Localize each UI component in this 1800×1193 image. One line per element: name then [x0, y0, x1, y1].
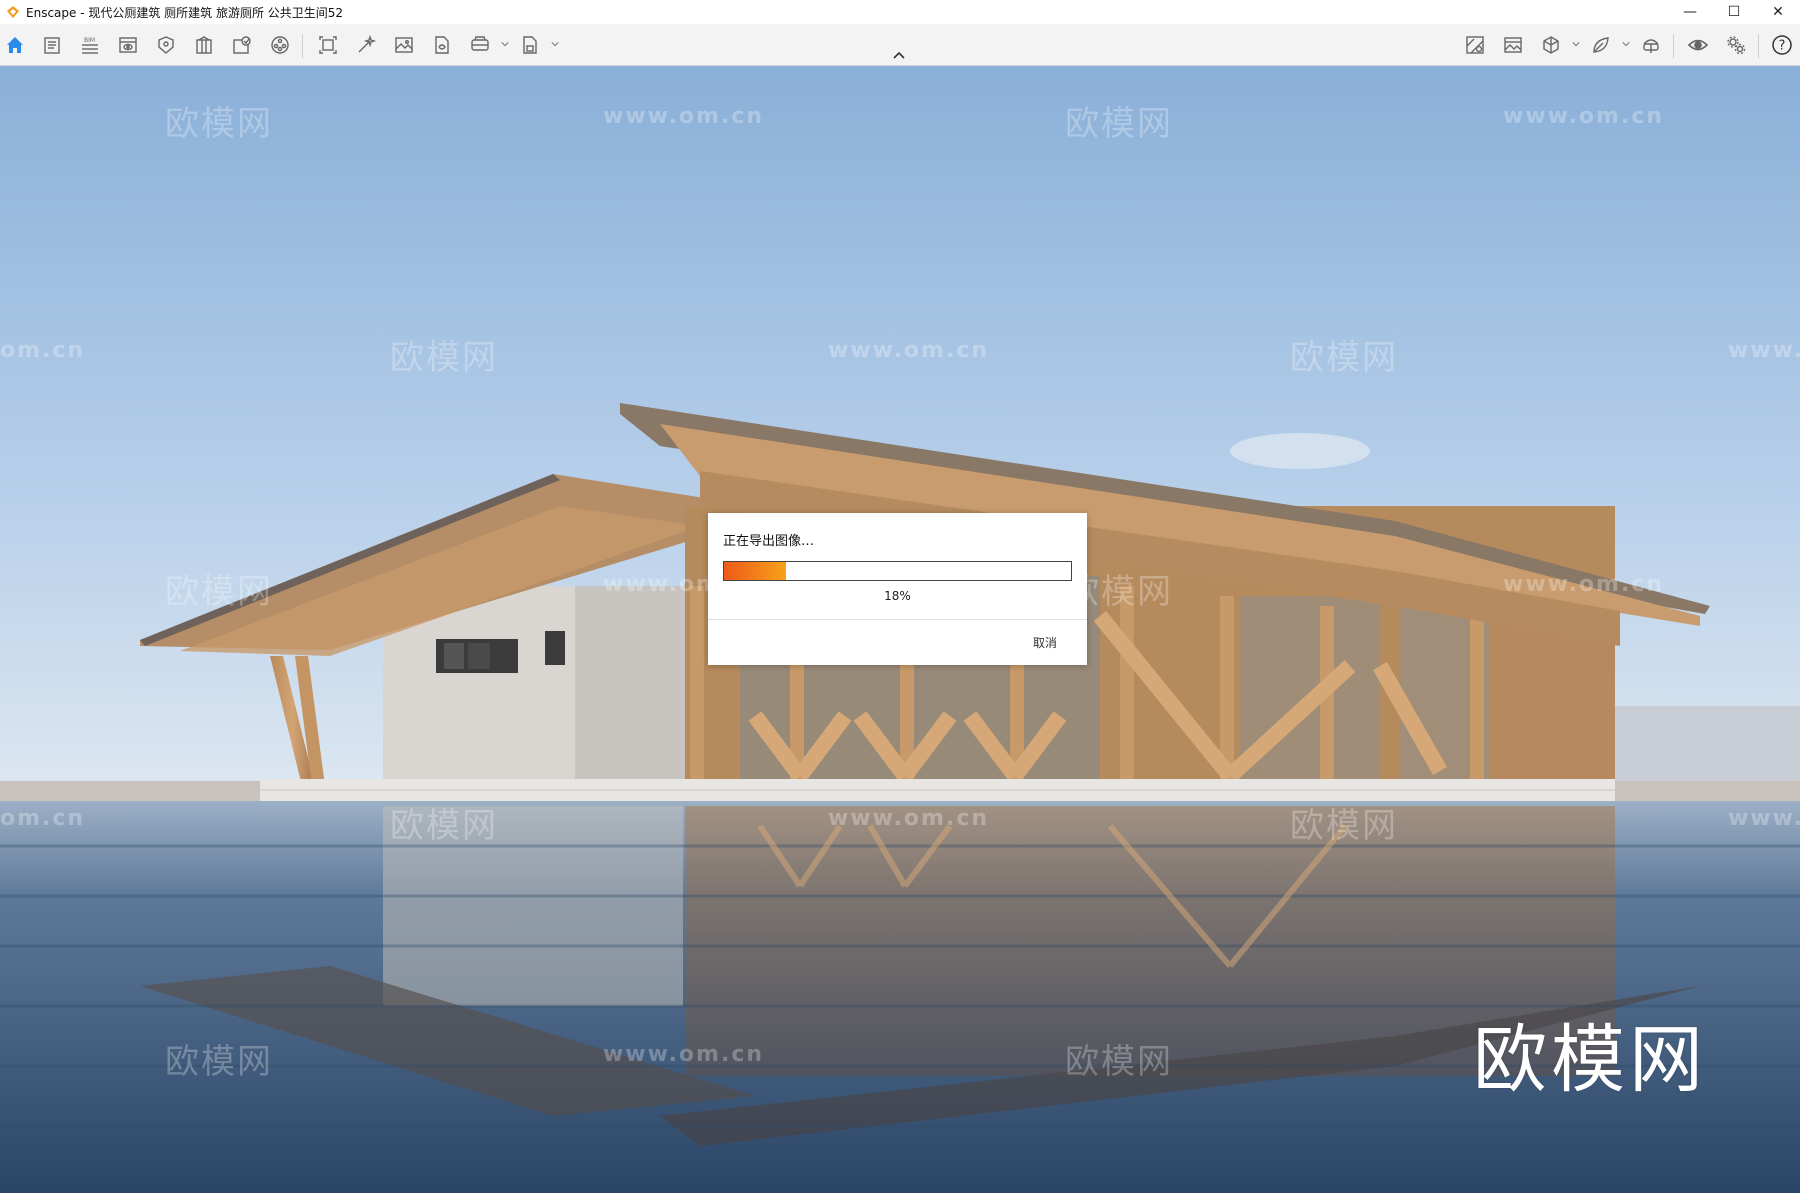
collapse-toolbar-button[interactable] [891, 50, 907, 62]
batch-render-button[interactable] [230, 33, 254, 57]
leaf-icon [1593, 37, 1609, 53]
watermark-brand: 欧模网 [165, 1042, 273, 1082]
annotate-icon [358, 34, 377, 53]
bim-icon: BIM [82, 37, 98, 54]
export-button[interactable] [518, 33, 542, 57]
watermark-url: www.om.cn [828, 338, 990, 363]
atmosphere-button[interactable] [1501, 33, 1525, 57]
export-dropdown-caret[interactable] [550, 38, 560, 50]
progress-fill [724, 562, 786, 580]
upload-button[interactable] [430, 33, 454, 57]
watermark-brand: 欧模网 [1290, 338, 1398, 378]
visibility-button[interactable] [1686, 33, 1710, 57]
panorama-dropdown-caret[interactable] [500, 38, 510, 50]
panorama-button[interactable] [468, 33, 492, 57]
annotate-button[interactable] [354, 33, 378, 57]
bim-button[interactable]: BIM [78, 33, 102, 57]
panorama-icon [471, 36, 489, 51]
help-button[interactable]: ? [1770, 33, 1794, 57]
minimize-icon: — [1683, 4, 1697, 20]
watermark-url: www.om.cn [828, 806, 990, 831]
svg-text:BIM: BIM [84, 37, 95, 44]
asset-library-icon [158, 36, 174, 54]
chevron-up-icon [893, 51, 905, 59]
svg-text:?: ? [1779, 39, 1786, 54]
home-button[interactable] [3, 33, 27, 57]
watermark-brand: 欧模网 [390, 806, 498, 846]
watermark-url: www.om.cn [1728, 338, 1800, 363]
chevron-down-icon [1572, 42, 1580, 47]
watermark-brand: 欧模网 [390, 338, 498, 378]
watermark-url: om.cn [0, 806, 86, 831]
material-editor-icon [196, 36, 212, 54]
chevron-down-icon [551, 42, 559, 47]
help-icon: ? [1772, 35, 1792, 55]
cube-icon [1543, 36, 1559, 54]
export-icon [523, 36, 537, 54]
enscape-logo-icon [7, 6, 19, 18]
watermark-url: om.cn [0, 338, 86, 363]
export-progress-dialog: 正在导出图像… 18% 取消 [708, 513, 1087, 665]
title-bar: Enscape - 现代公厕建筑 厕所建筑 旅游厕所 公共卫生间52 — ☐ ✕ [0, 0, 1800, 24]
watermark-url: www.om.cn [603, 1042, 765, 1067]
watermark-brand: 欧模网 [165, 104, 273, 144]
window-title: Enscape - 现代公厕建筑 厕所建筑 旅游厕所 公共卫生间52 [26, 5, 344, 20]
watermark-brand: 欧模网 [1065, 104, 1173, 144]
asset-library-button[interactable] [154, 33, 178, 57]
render-button[interactable] [316, 33, 340, 57]
maximize-icon: ☐ [1727, 4, 1741, 20]
close-button[interactable]: ✕ [1756, 0, 1800, 24]
map-button[interactable] [1463, 33, 1487, 57]
notes-icon [44, 37, 60, 54]
dialog-title: 正在导出图像… [723, 534, 815, 549]
site-context-button[interactable] [268, 33, 292, 57]
home-icon [7, 37, 23, 53]
vr-headset-icon [1643, 39, 1659, 53]
leaf-dropdown-caret[interactable] [1621, 38, 1631, 50]
site-context-icon [271, 36, 289, 54]
watermark-brand: 欧模网 [1065, 1042, 1173, 1082]
cancel-button[interactable]: 取消 [1033, 634, 1057, 651]
dialog-divider [708, 619, 1087, 620]
upload-icon [435, 36, 449, 54]
view-management-icon [119, 37, 137, 53]
maximize-button[interactable]: ☐ [1712, 0, 1756, 24]
watermark-brand: 欧模网 [1290, 806, 1398, 846]
screenshot-icon [395, 37, 413, 53]
watermark-url: www.om.cn [1503, 572, 1665, 597]
map-icon [1466, 36, 1484, 54]
watermark-brand: 欧模网 [165, 572, 273, 612]
cube-button[interactable] [1539, 33, 1563, 57]
chevron-down-icon [1622, 42, 1630, 47]
notes-button[interactable] [40, 33, 64, 57]
view-management-button[interactable] [116, 33, 140, 57]
export-progress-bar [723, 561, 1072, 581]
brand-logo: 欧模网 [1473, 1017, 1707, 1103]
screenshot-button[interactable] [392, 33, 416, 57]
settings-button[interactable] [1724, 33, 1748, 57]
atmosphere-icon [1504, 37, 1522, 53]
watermark-url: www.om.cn [1728, 806, 1800, 831]
leaf-button[interactable] [1589, 33, 1613, 57]
minimize-button[interactable]: — [1668, 0, 1712, 24]
vr-headset-button[interactable] [1639, 33, 1663, 57]
watermark-url: www.om.cn [1503, 104, 1665, 129]
render-icon [319, 36, 337, 54]
chevron-down-icon [501, 42, 509, 47]
material-editor-button[interactable] [192, 33, 216, 57]
watermark-url: www.om.cn [603, 104, 765, 129]
cube-dropdown-caret[interactable] [1571, 38, 1581, 50]
progress-percentage: 18% [884, 589, 911, 603]
visibility-icon [1687, 39, 1709, 51]
settings-icon [1727, 36, 1746, 55]
batch-render-icon [233, 36, 251, 54]
close-icon: ✕ [1772, 4, 1784, 20]
